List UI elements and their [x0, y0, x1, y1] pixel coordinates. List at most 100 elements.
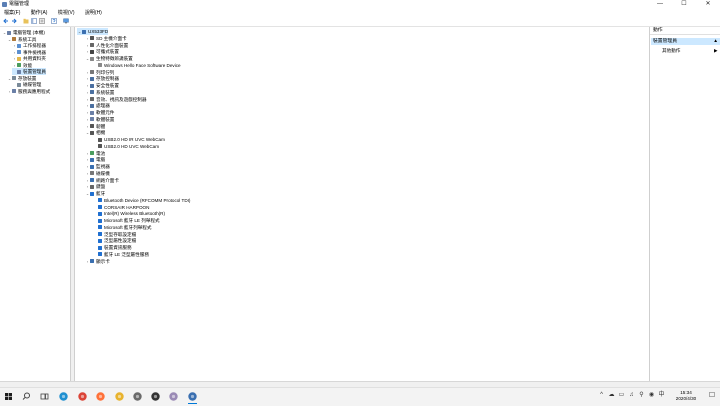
menu-file[interactable]: 檔案(F) — [0, 9, 25, 17]
help-icon[interactable] — [51, 18, 57, 24]
security-device-icon — [90, 83, 94, 88]
device_tree-label: 列印佇列 — [96, 69, 115, 75]
event-viewer-icon — [17, 50, 21, 54]
device_tree-label: Microsoft 藍牙列舉程式 — [104, 224, 152, 230]
bluetooth-icon — [90, 191, 94, 196]
battery-icon[interactable]: ▭ — [618, 392, 625, 399]
console-tree: ⌄ 電腦管理 (本機) ⌄ 系統工具 › 工作排程器 › 事件檢視器 › 共用資料夾 › 效能 裝置管理… — [0, 27, 71, 381]
computer-icon — [90, 157, 94, 162]
tray-overflow-icon[interactable]: ^ — [598, 392, 605, 399]
menu-help[interactable]: 說明(H) — [81, 9, 107, 17]
maximize-button[interactable]: ☐ — [672, 0, 696, 9]
device-tree: ⌄ UX533FD › SD 主機介面卡 › 人性化介面裝置 › 可攜式裝置 ⌄ 生物特徵辨識裝置… — [75, 27, 648, 381]
properties-icon[interactable] — [39, 18, 45, 24]
device-manager-icon — [17, 69, 21, 74]
title-bar: 電腦管理 — ☐ ✕ — [0, 0, 720, 9]
show-hide-tree-icon[interactable] — [31, 18, 37, 24]
bluetooth-icon — [98, 218, 102, 223]
network-adapter-icon — [90, 178, 94, 182]
left_tree-label: 裝置管理員 — [23, 69, 46, 74]
device_tree-label: 網路介面卡 — [96, 177, 119, 183]
left_tree-item[interactable]: › 服務與應用程式 — [7, 88, 50, 95]
device_tree-label: 電池 — [96, 150, 106, 156]
device_tree-label: Windows Hello Face Software Device — [104, 62, 181, 68]
forward-icon[interactable] — [11, 18, 17, 24]
device_tree-label: Microsoft 藍牙 LE 列舉程式 — [104, 218, 160, 223]
close-button[interactable]: ✕ — [696, 0, 720, 9]
search-icon[interactable] — [21, 391, 32, 402]
device_tree-label: USB2.0 HD IR UVC WebCam — [104, 137, 165, 142]
left_tree-label: 事件檢視器 — [23, 49, 46, 55]
actions-section-device-manager[interactable]: 裝置管理員 ▲ — [651, 38, 720, 45]
back-icon[interactable] — [3, 18, 9, 24]
performance-icon — [17, 63, 21, 67]
services-icon — [12, 89, 16, 93]
settings-icon[interactable] — [150, 391, 161, 402]
device_tree-label: 鍵盤 — [96, 184, 106, 190]
device_tree-label: 裝置資訊服務 — [104, 245, 132, 250]
start-button[interactable] — [3, 391, 14, 402]
left_tree-label: 電腦管理 (本機) — [13, 30, 45, 35]
sd-host-icon — [90, 36, 94, 41]
chrome-icon[interactable] — [77, 391, 88, 402]
camera-icon — [90, 130, 94, 135]
minimize-button[interactable]: — — [648, 0, 672, 9]
actions-section-label: 裝置管理員 — [653, 39, 677, 44]
onedrive-icon[interactable]: ☁ — [608, 392, 615, 399]
device_tree-label: 監視器 — [96, 164, 110, 169]
system-tools-icon — [12, 37, 16, 41]
menu-view[interactable]: 檢視(V) — [54, 9, 80, 17]
bluetooth-icon — [98, 245, 102, 250]
file-explorer-icon[interactable] — [114, 391, 125, 402]
photos-icon[interactable] — [132, 391, 143, 402]
device_tree-label: 軟體元件 — [96, 110, 115, 115]
actions-pane: 動作 裝置管理員 ▲ 其他動作 ▶ — [649, 27, 720, 381]
menu-bar: 檔案(F) 動作(A) 檢視(V) 說明(H) — [0, 9, 720, 17]
toolbar — [0, 17, 720, 27]
computer-management-icon[interactable] — [187, 391, 198, 404]
firefox-icon[interactable] — [95, 391, 106, 402]
edge-icon[interactable] — [58, 391, 69, 402]
device_tree-label: 音效、視訊及遊戲控制器 — [96, 96, 147, 102]
device_tree-label: 系統裝置 — [96, 89, 115, 95]
more-actions[interactable]: 其他動作 ▶ — [662, 47, 718, 54]
disk-drive-icon — [90, 171, 94, 176]
network-icon[interactable]: ⚲ — [638, 392, 645, 399]
bluetooth-icon — [98, 198, 102, 203]
device_tree-label: 韌體 — [96, 123, 106, 129]
input-method-icon[interactable]: 中 — [658, 392, 665, 399]
device_tree-label: 存放控制器 — [96, 76, 119, 82]
biometric-icon — [90, 56, 94, 61]
device_tree-label: 泛型存取設定檔 — [104, 231, 137, 237]
device_tree-label: 軟體裝置 — [96, 116, 115, 122]
left_tree-label: 服務與應用程式 — [18, 88, 51, 94]
device_tree-label: UX533FD — [88, 29, 109, 34]
device_tree-label: 生物特徵辨識裝置 — [96, 56, 133, 61]
webcam-icon — [98, 144, 102, 149]
location-icon[interactable]: ◉ — [648, 392, 655, 399]
window-controls: — ☐ ✕ — [648, 0, 720, 9]
device_tree-label: 電腦 — [96, 157, 106, 163]
notification-center-icon[interactable]: ☐ — [708, 392, 716, 400]
bluetooth-icon — [98, 225, 102, 230]
hid-icon — [90, 43, 94, 47]
biometric-device-icon — [98, 63, 102, 68]
device_tree-item[interactable]: › 顯示卡 — [85, 258, 110, 265]
taskbar-clock[interactable]: 15:34 2020/4/30 — [671, 390, 701, 402]
device_tree-label: 處理器 — [96, 103, 110, 109]
computer-icon — [82, 29, 86, 34]
app-icon[interactable] — [168, 391, 179, 402]
volume-icon[interactable]: ♫ — [628, 392, 635, 399]
processor-icon — [90, 103, 94, 108]
menu-action[interactable]: 動作(A) — [27, 9, 53, 17]
monitor-icon[interactable] — [63, 18, 69, 24]
device_tree-label: 藍牙 LE 泛型屬性服務 — [104, 251, 149, 257]
up-folder-icon[interactable] — [23, 18, 29, 24]
portable-device-icon — [90, 49, 94, 54]
collapse-arrow-icon[interactable]: ▲ — [713, 38, 718, 45]
bluetooth-icon — [98, 238, 102, 243]
task-view-icon[interactable] — [39, 391, 50, 402]
software-device-icon — [90, 117, 94, 122]
bluetooth-icon — [98, 205, 102, 209]
webcam-icon — [98, 137, 102, 142]
